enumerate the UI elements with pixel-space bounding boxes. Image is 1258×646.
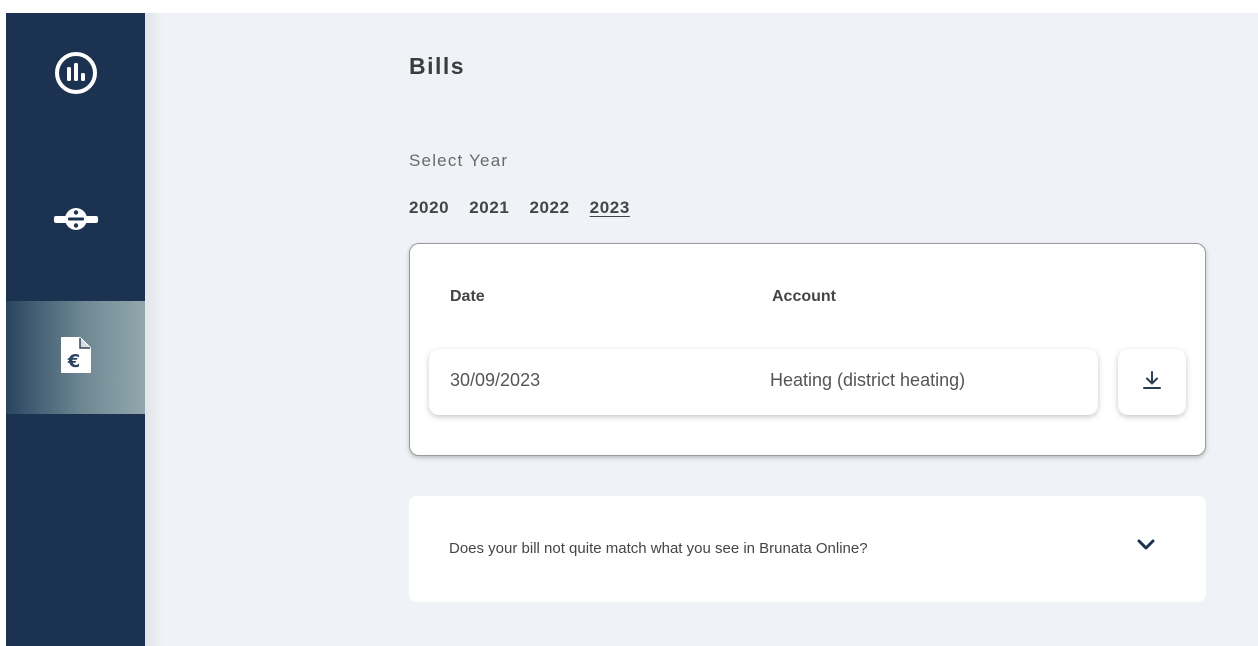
svg-text:€: € — [66, 351, 80, 372]
column-header-account: Account — [772, 288, 836, 305]
sidebar: € — [6, 13, 145, 646]
main-content: Bills Select Year 2020 2021 2022 2023 Da… — [145, 13, 1258, 646]
meter-divide-icon — [52, 203, 100, 240]
year-option-2021[interactable]: 2021 — [469, 198, 509, 218]
column-header-date: Date — [450, 288, 485, 305]
table-row[interactable]: 30/09/2023 Heating (district heating) — [429, 349, 1098, 415]
year-option-2023[interactable]: 2023 — [590, 198, 630, 218]
euro-document-icon: € — [59, 335, 93, 380]
sidebar-item-bills[interactable]: € — [6, 301, 145, 414]
year-option-2022[interactable]: 2022 — [529, 198, 569, 218]
page-title: Bills — [409, 53, 466, 79]
download-icon — [1141, 369, 1163, 396]
bills-table-card: Date Account 30/09/2023 Heating (distric… — [409, 243, 1206, 456]
year-option-2020[interactable]: 2020 — [409, 198, 449, 218]
app-window: € Bills Select Year 2020 2021 2022 2023 … — [0, 0, 1258, 646]
bill-date: 30/09/2023 — [450, 370, 541, 390]
download-button[interactable] — [1118, 349, 1186, 415]
bill-account: Heating (district heating) — [770, 370, 966, 390]
chevron-down-icon[interactable] — [1136, 538, 1156, 557]
faq-accordion[interactable]: Does your bill not quite match what you … — [409, 496, 1206, 602]
sidebar-item-overview[interactable] — [6, 35, 145, 115]
bar-chart-circle-icon — [52, 49, 100, 102]
faq-question: Does your bill not quite match what you … — [449, 540, 868, 557]
select-year-label: Select Year — [409, 151, 509, 170]
year-selector: 2020 2021 2022 2023 — [409, 198, 630, 218]
sidebar-item-meter[interactable] — [6, 181, 145, 261]
